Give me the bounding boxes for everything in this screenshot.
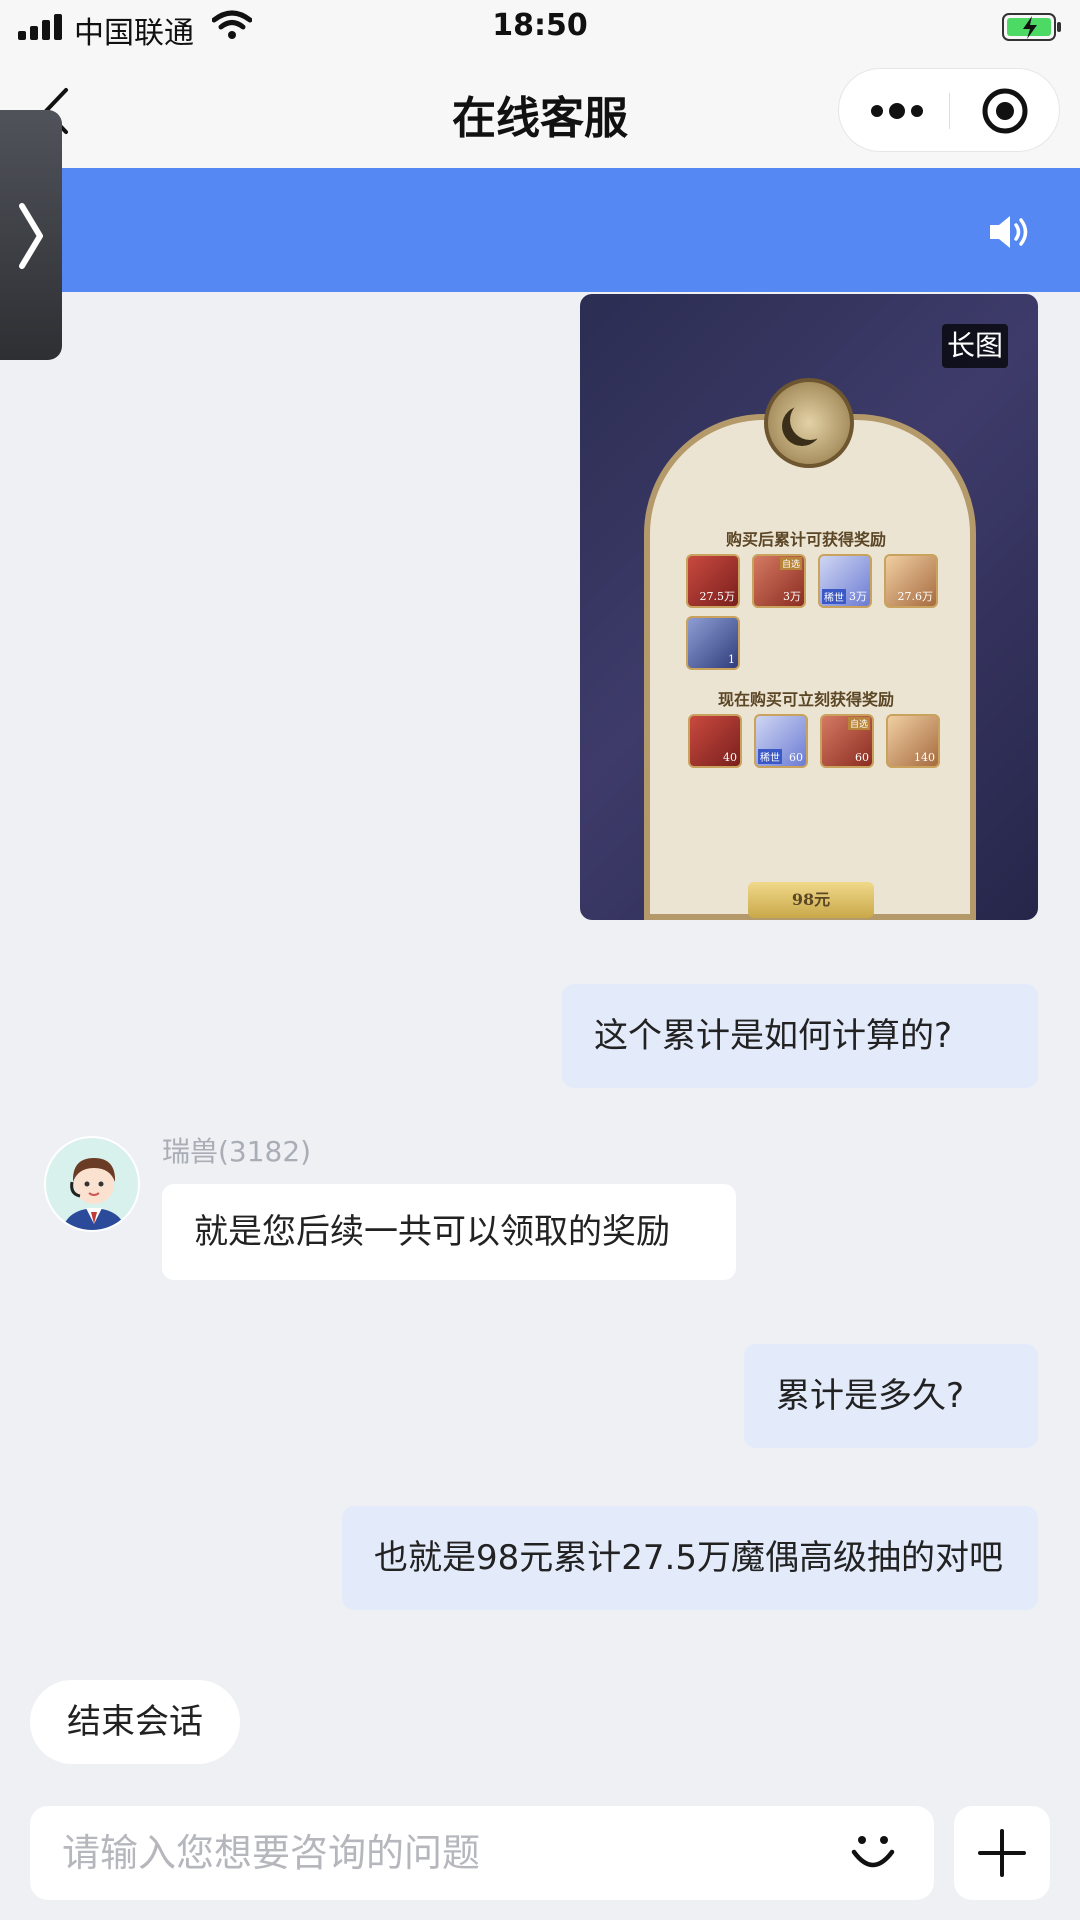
nav-bar: 在线客服 <box>0 56 1080 168</box>
long-image-badge: 长图 <box>942 324 1008 368</box>
emoji-icon[interactable] <box>848 1828 898 1878</box>
more-icon[interactable] <box>867 99 927 123</box>
capsule-divider <box>949 93 950 129</box>
user-message-bubble[interactable]: 这个累计是如何计算的? <box>562 984 1038 1088</box>
chevron-right-icon <box>19 203 43 269</box>
agent-avatar <box>44 1136 140 1232</box>
target-icon[interactable] <box>981 87 1029 135</box>
item-tag: 自选 <box>847 717 870 730</box>
reward-item: 40 <box>688 714 742 768</box>
item-count: 1 <box>728 653 735 666</box>
item-count: 3万 <box>849 590 867 603</box>
user-message-bubble[interactable]: 累计是多久? <box>744 1344 1038 1448</box>
item-count: 140 <box>914 751 935 764</box>
message-input[interactable] <box>62 1824 842 1882</box>
reward-item: 稀世 60 <box>754 714 808 768</box>
clock: 18:50 <box>492 8 588 43</box>
reward-item: 27.5万 <box>686 554 740 608</box>
mini-program-capsule <box>838 68 1060 152</box>
price-tag: 98元 <box>748 882 874 918</box>
item-tag: 稀世 <box>822 589 846 604</box>
reward-item: 自选 60 <box>820 714 874 768</box>
reward-section-title: 购买后累计可获得奖励 <box>726 530 887 549</box>
reward-section-title: 现在购买可立刻获得奖励 <box>718 690 895 709</box>
notice-banner[interactable] <box>0 168 1080 292</box>
moon-emblem-icon <box>764 378 854 468</box>
image-message[interactable]: 购买后累计可获得奖励 27.5万 自选 3万 稀世 3万 27.6万 1 现在购买可… <box>580 294 1038 920</box>
item-count: 27.5万 <box>699 590 736 603</box>
reward-item: 自选 3万 <box>752 554 806 608</box>
reward-item: 27.6万 <box>884 554 938 608</box>
item-count: 3万 <box>783 590 801 603</box>
end-session-button[interactable]: 结束会话 <box>30 1680 240 1764</box>
plus-icon <box>978 1829 1026 1877</box>
reward-item: 1 <box>686 616 740 670</box>
reward-item: 稀世 3万 <box>818 554 872 608</box>
message-input-box[interactable] <box>30 1806 934 1900</box>
item-count: 40 <box>723 751 737 764</box>
user-message-bubble[interactable]: 也就是98元累计27.5万魔偶高级抽的对吧 <box>342 1506 1038 1610</box>
battery-charging-icon <box>1002 13 1061 41</box>
item-count: 60 <box>789 751 803 764</box>
side-drawer-toggle[interactable] <box>0 110 62 360</box>
reward-item: 140 <box>886 714 940 768</box>
plus-button[interactable] <box>954 1806 1050 1900</box>
chat-area[interactable]: 购买后累计可获得奖励 27.5万 自选 3万 稀世 3万 27.6万 1 现在购买可… <box>0 292 1080 1792</box>
item-tag: 自选 <box>779 557 802 570</box>
agent-message-bubble[interactable]: 就是您后续一共可以领取的奖励 <box>162 1184 736 1280</box>
agent-avatar-icon <box>46 1138 138 1230</box>
item-count: 27.6万 <box>897 590 934 603</box>
item-count: 60 <box>855 751 869 764</box>
item-tag: 稀世 <box>758 749 782 764</box>
speaker-icon[interactable] <box>988 212 1034 252</box>
status-bar: 中国联通 18:50 <box>0 0 1080 56</box>
agent-name: 瑞兽(3182) <box>162 1135 312 1168</box>
